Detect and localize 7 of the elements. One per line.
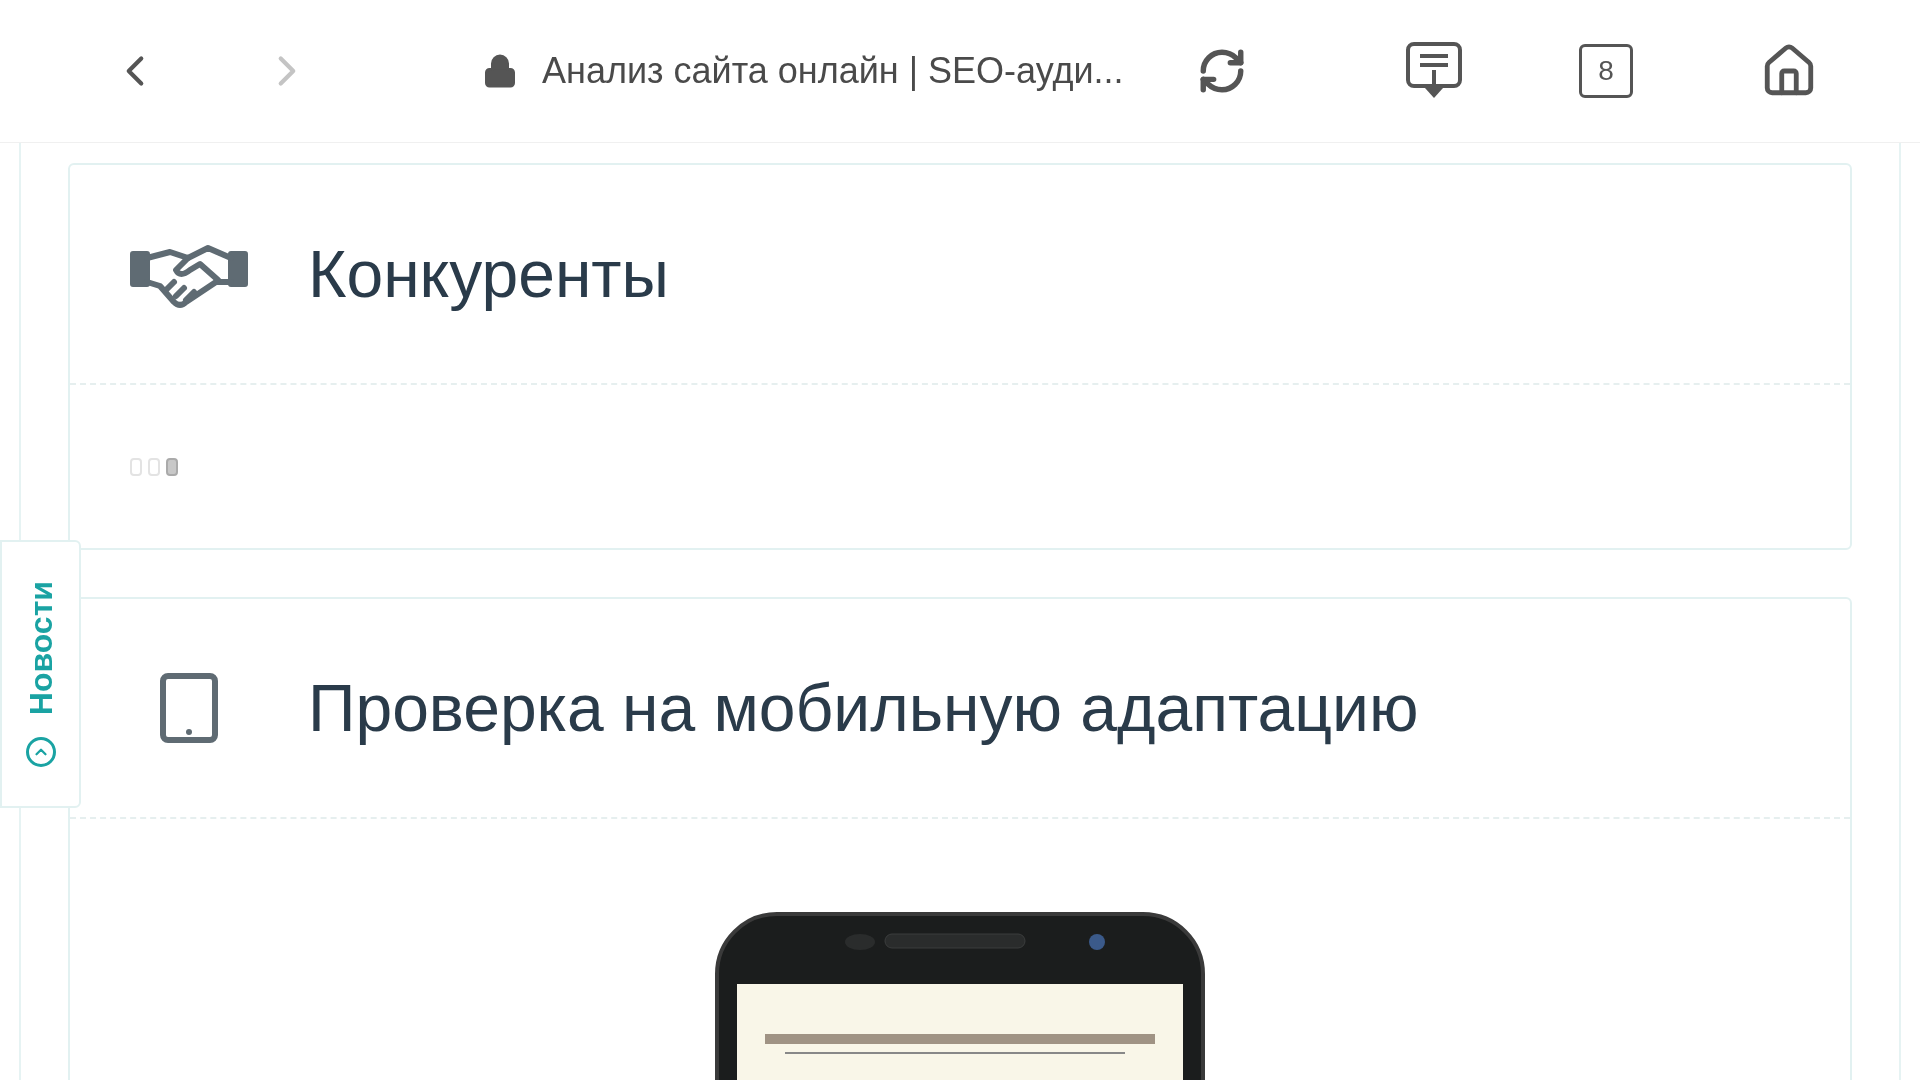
tabs-button[interactable]: 8 [1579,44,1633,98]
loading-icon [130,456,180,477]
section-title: Проверка на мобильную адаптацию [308,669,1419,747]
lock-icon [482,53,518,89]
tablet-icon [159,672,219,744]
page-title[interactable]: Анализ сайта онлайн | SEO-ауди... [542,44,1162,98]
section-title: Конкуренты [308,235,669,313]
